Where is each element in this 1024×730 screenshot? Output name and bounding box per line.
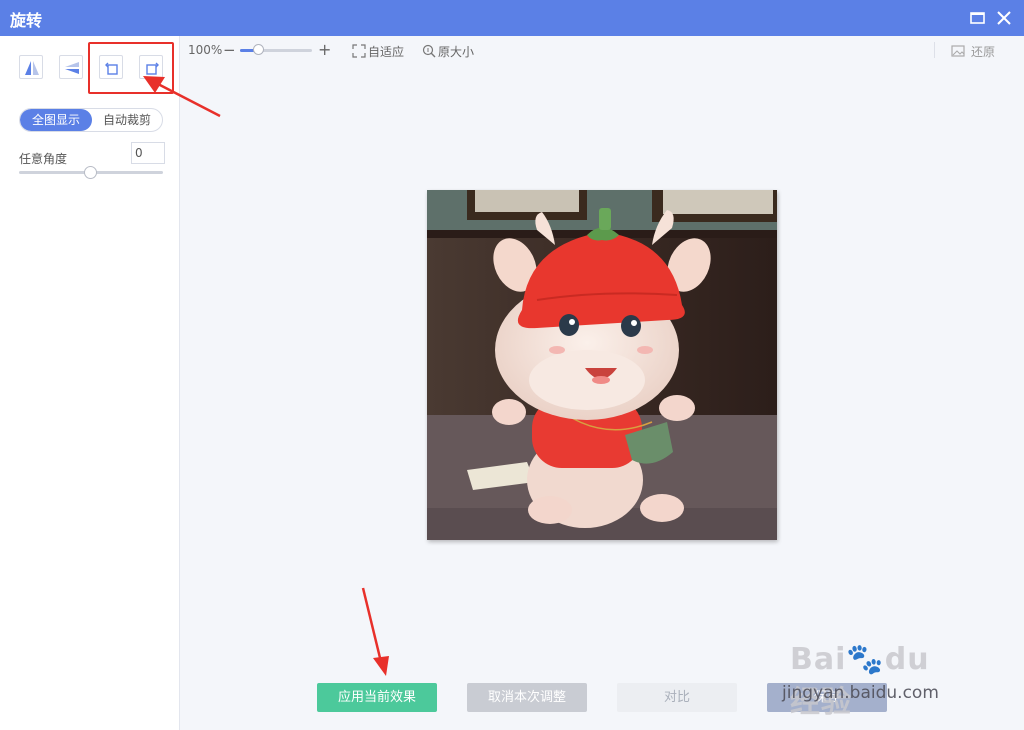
close-icon[interactable] [994, 8, 1014, 28]
original-size-label: 原大小 [438, 45, 475, 59]
zoom-slider-thumb[interactable] [253, 44, 264, 55]
rotate-left-button[interactable] [99, 55, 123, 79]
image-icon [951, 45, 965, 57]
cancel-adjustment-button[interactable]: 取消本次调整 [467, 683, 587, 712]
compare-button[interactable]: 对比 [617, 683, 737, 712]
display-mode-autocrop[interactable]: 自动裁剪 [92, 109, 162, 131]
apply-effect-button[interactable]: 应用当前效果 [317, 683, 437, 712]
original-size-button[interactable]: 原大小 [422, 43, 474, 60]
fit-label: 自适应 [368, 45, 405, 59]
title-bar: 旋转 [0, 0, 1024, 36]
display-mode-full[interactable]: 全图显示 [20, 109, 92, 131]
restore-label: 还原 [971, 45, 996, 59]
flip-horizontal-button[interactable] [19, 55, 43, 79]
angle-slider-thumb[interactable] [84, 166, 97, 179]
annotation-arrow-bottom [361, 587, 389, 676]
window-title: 旋转 [10, 11, 43, 30]
maximize-icon[interactable] [968, 8, 988, 28]
preview-image [427, 190, 777, 540]
display-mode-toggle: 全图显示 自动裁剪 [19, 108, 163, 132]
flip-vertical-icon [65, 62, 79, 74]
toolbar-divider [934, 42, 935, 58]
angle-input[interactable] [131, 142, 165, 164]
left-panel: 全图显示 自动裁剪 任意角度 [0, 36, 180, 730]
zoom-in-button[interactable]: + [318, 40, 331, 59]
fit-to-window-button[interactable]: 自适应 [352, 43, 404, 60]
rotate-right-button[interactable] [139, 55, 163, 79]
zoom-percent: 100% [188, 43, 223, 57]
restore-button[interactable]: 还原 [951, 43, 995, 60]
rotate-left-icon [105, 62, 118, 75]
fit-icon [352, 44, 366, 58]
rotate-right-icon [146, 62, 159, 75]
zoom-out-button[interactable]: − [223, 41, 236, 59]
flip-horizontal-icon [25, 61, 39, 75]
flip-vertical-button[interactable] [59, 55, 83, 79]
angle-label: 任意角度 [19, 152, 68, 166]
save-button[interactable]: 保存 [767, 683, 887, 712]
magnifier-icon [422, 44, 436, 58]
